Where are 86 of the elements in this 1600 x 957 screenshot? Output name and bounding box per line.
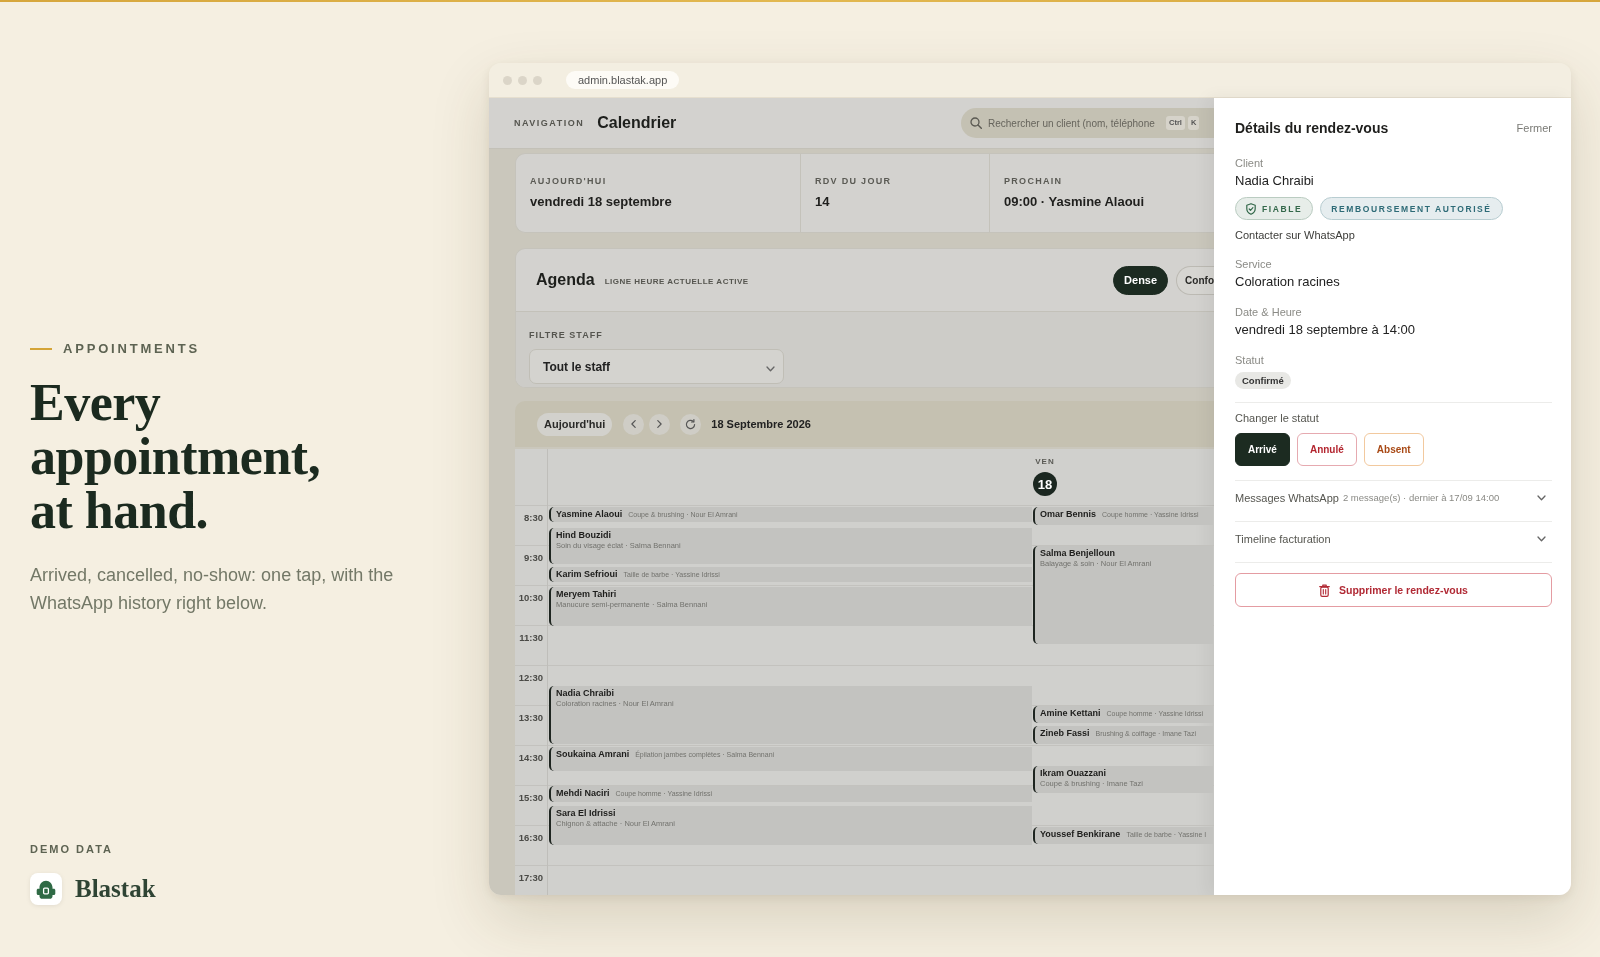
time-label: 16:30 (518, 832, 543, 844)
hero-heading: Every appointment, at hand. (30, 376, 322, 538)
accent-line (30, 348, 52, 350)
status-chip: Confirmé (1235, 372, 1291, 389)
delete-button[interactable]: Supprimer le rendez-vous (1235, 573, 1552, 607)
stat-label: RDV DU JOUR (815, 176, 892, 187)
chevron-down-icon (766, 365, 775, 372)
time-label: 13:30 (518, 712, 543, 724)
stat-value: vendredi 18 septembre (530, 194, 672, 210)
today-button[interactable]: Aujourd'hui (537, 412, 613, 436)
page-title: Calendrier (597, 114, 677, 132)
field-label: Statut (1235, 353, 1264, 367)
field-label: Date & Heure (1235, 305, 1302, 319)
client-name: Zineb Fassi (1040, 727, 1090, 739)
panel-title: Détails du rendez-vous (1235, 120, 1389, 136)
section-title: Agenda (536, 271, 595, 289)
stat-value: 14 (815, 194, 830, 210)
address-bar[interactable]: admin.blastak.app (566, 71, 680, 89)
view-option-button[interactable]: Dense (1113, 265, 1169, 295)
chevron-down-icon (1537, 536, 1546, 542)
accordion-summary: 2 message(s) · dernier à 17/09 14:00 (1342, 491, 1500, 505)
time-label: 14:30 (518, 752, 543, 764)
navigation-label[interactable]: NAVIGATION (514, 118, 585, 128)
client-name: Meryem Tahiri (556, 589, 617, 600)
client-name: Nadia Chraibi (556, 688, 614, 699)
time-label: 11:30 (519, 632, 543, 644)
search-icon (970, 117, 982, 129)
current-date: 18 Septembre 2026 (711, 418, 811, 430)
status-button[interactable]: Arrivé (1235, 433, 1290, 466)
stat-label: AUJOURD'HUI (530, 176, 607, 187)
client-name: Youssef Benkirane (1040, 828, 1121, 840)
weekday-label: VEN (1035, 457, 1055, 466)
trash-icon (1319, 583, 1330, 597)
time-label: 9:30 (524, 552, 543, 564)
window-dot-icon[interactable] (518, 75, 527, 85)
next-button[interactable] (649, 413, 671, 435)
client-name: Karim Sefrioui (556, 568, 618, 580)
client-name: Ikram Ouazzani (1040, 768, 1107, 779)
refresh-icon (685, 418, 697, 430)
staff-select[interactable]: Tout le staff (529, 349, 784, 384)
time-label: 15:30 (518, 792, 543, 804)
window-dot-icon[interactable] (503, 75, 512, 85)
close-link[interactable]: Fermer (1516, 122, 1552, 134)
client-name: Yasmine Alaoui (556, 508, 623, 520)
client-name: Sara El Idrissi (556, 808, 616, 819)
day-number[interactable]: 18 (1033, 472, 1057, 496)
status-button[interactable]: Annulé (1296, 433, 1357, 466)
field-value: vendredi 18 septembre à 14:00 (1235, 321, 1415, 339)
chevron-right-icon (657, 420, 663, 428)
client-name: Omar Bennis (1040, 508, 1097, 520)
section-label: Changer le statut (1235, 411, 1319, 425)
field-value: Coloration racines (1235, 273, 1340, 291)
hero-description: Arrived, cancelled, no-show: one tap, with the WhatsApp history right below. (30, 564, 395, 615)
time-label: 10:30 (518, 592, 543, 604)
time-label: 8:30 (524, 512, 543, 524)
client-name: Amine Kettani (1040, 707, 1101, 719)
chevron-left-icon (631, 420, 637, 428)
shield-check-icon (1246, 202, 1256, 215)
accordion-toggle[interactable]: Messages WhatsApp 2 message(s) · dernier à 17/09 14:00 (1235, 480, 1552, 521)
section-eyebrow: APPOINTMENTS (63, 341, 200, 357)
client-name: Salma Benjelloun (1040, 548, 1116, 559)
stat-value: 09:00 · Yasmine Alaoui (1004, 194, 1145, 210)
refresh-button[interactable] (680, 413, 702, 435)
filter-label: FILTRE STAFF (529, 330, 603, 341)
field-label: Service (1235, 257, 1272, 271)
time-label: 12:30 (518, 672, 543, 684)
status-button[interactable]: Absent (1363, 433, 1424, 466)
search-input[interactable]: Rechercher un client (nom, téléphone (988, 117, 1162, 129)
client-name: Mehdi Naciri (556, 787, 610, 799)
time-label: 17:30 (518, 872, 543, 884)
window-dot-icon[interactable] (533, 75, 542, 85)
client-tag: REMBOURSEMENT AUTORISÉ (1320, 197, 1503, 220)
previous-button[interactable] (623, 413, 645, 435)
field-label: Client (1235, 156, 1264, 170)
stat-label: PROCHAIN (1004, 176, 1063, 187)
view-option-button[interactable]: Confo (1176, 265, 1214, 295)
whatsapp-link[interactable]: Contacter sur WhatsApp (1235, 228, 1355, 243)
client-tag: FIABLE (1235, 197, 1314, 220)
logo-icon (30, 873, 62, 905)
demo-data-label: DEMO DATA (30, 842, 113, 856)
field-value: Nadia Chraibi (1235, 172, 1314, 190)
current-time-caption: LIGNE HEURE ACTUELLE ACTIVE (604, 277, 749, 286)
client-name: Soukaina Amrani (556, 748, 630, 760)
client-name: Hind Bouzidi (556, 530, 611, 541)
chevron-down-icon (1537, 495, 1546, 501)
brand-name: Blastak (75, 875, 156, 903)
